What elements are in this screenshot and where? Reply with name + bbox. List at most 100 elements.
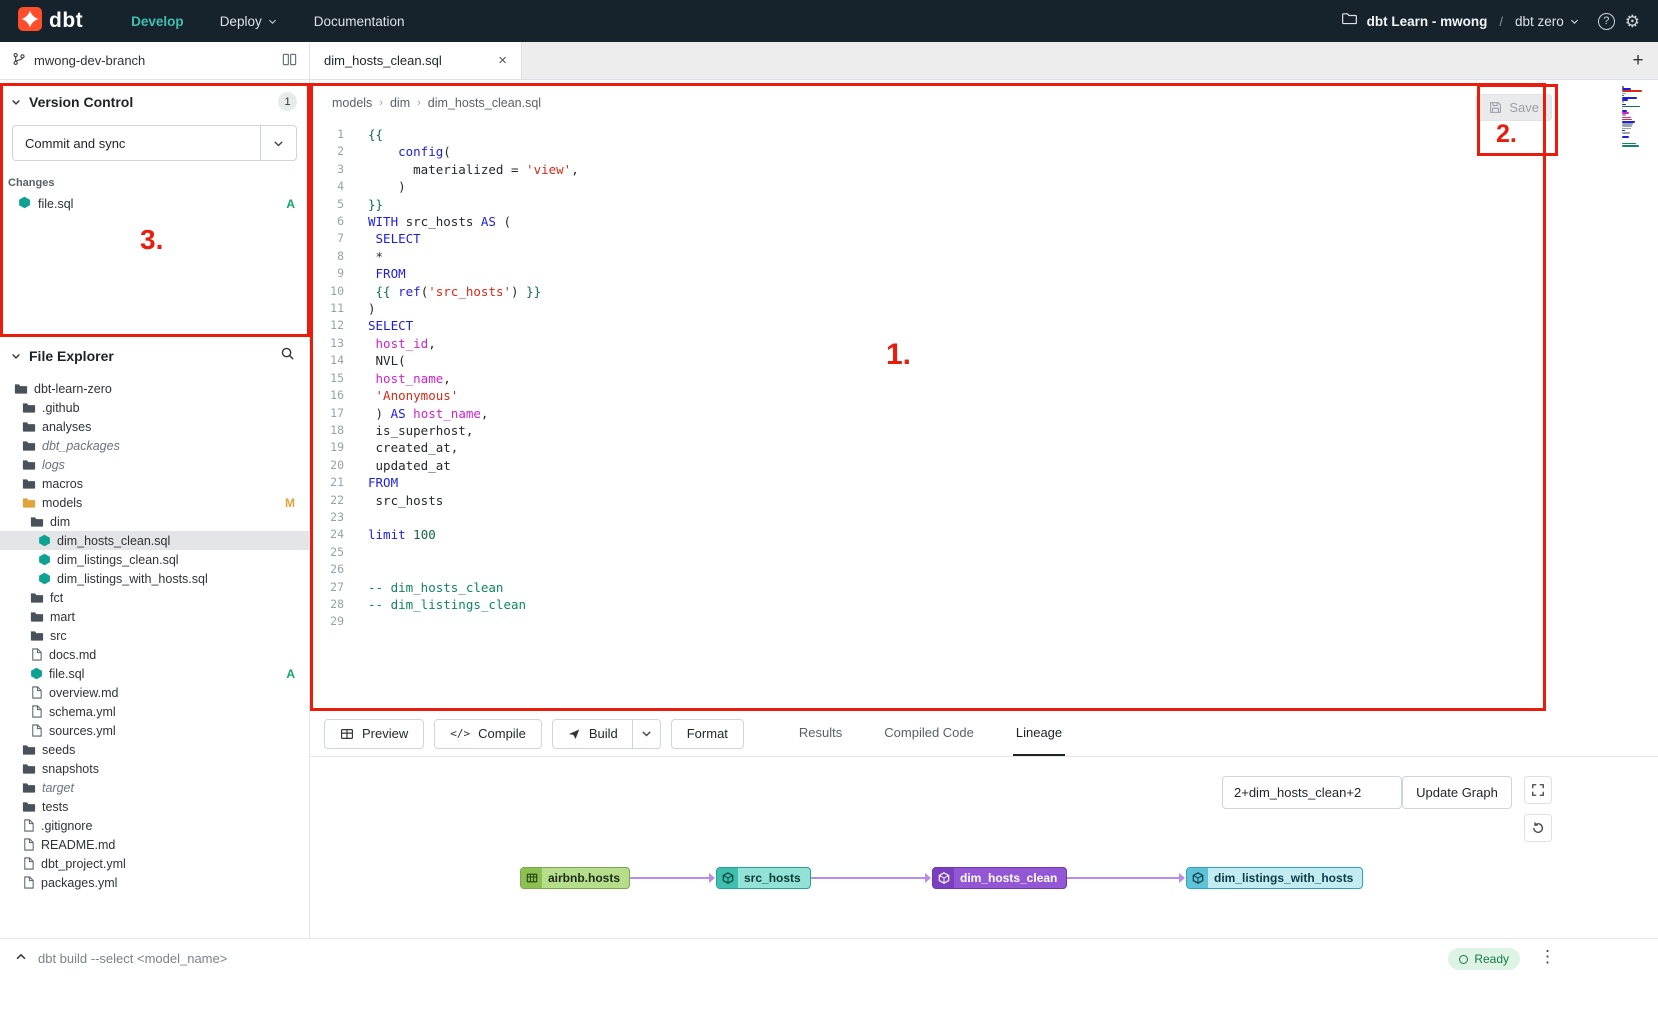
settings-gear-icon[interactable]: ⚙: [1625, 13, 1640, 30]
format-button[interactable]: Format: [671, 719, 744, 749]
version-control-title[interactable]: Version Control: [29, 94, 271, 110]
split-panel-icon[interactable]: [282, 52, 297, 70]
nav-item-deploy[interactable]: Deploy: [206, 0, 292, 42]
code-line[interactable]: 22 src_hosts: [310, 492, 1658, 509]
code-line[interactable]: 24limit 100: [310, 526, 1658, 543]
file-tree-item-schema.yml[interactable]: schema.yml: [0, 702, 309, 721]
file-tree-item-mart[interactable]: mart: [0, 607, 309, 626]
line-number: 16: [310, 387, 344, 404]
file-tree-item-docs.md[interactable]: docs.md: [0, 645, 309, 664]
preview-button[interactable]: Preview: [324, 719, 424, 749]
code-line[interactable]: 8 *: [310, 248, 1658, 265]
code-line[interactable]: 15 host_name,: [310, 370, 1658, 387]
code-line[interactable]: 28-- dim_listings_clean: [310, 596, 1658, 613]
project-selector[interactable]: dbt zero: [1515, 14, 1580, 29]
save-button[interactable]: Save: [1476, 94, 1552, 121]
code-line[interactable]: 27-- dim_hosts_clean: [310, 579, 1658, 596]
file-tree-item-.gitignore[interactable]: .gitignore: [0, 816, 309, 835]
code-line[interactable]: 5}}: [310, 196, 1658, 213]
compile-button[interactable]: </> Compile: [434, 719, 542, 749]
code-line[interactable]: 3 materialized = 'view',: [310, 161, 1658, 178]
nav-item-develop[interactable]: Develop: [117, 0, 198, 42]
code-line[interactable]: 23: [310, 509, 1658, 526]
code-line[interactable]: 9 FROM: [310, 265, 1658, 282]
lineage-node-airbnb.hosts[interactable]: airbnb.hosts: [520, 867, 630, 889]
lineage-node-dim_listings_with_hosts[interactable]: dim_listings_with_hosts: [1186, 867, 1363, 889]
code-line[interactable]: 19 created_at,: [310, 439, 1658, 456]
code-line[interactable]: 17 ) AS host_name,: [310, 405, 1658, 422]
code-line[interactable]: 10 {{ ref('src_hosts') }}: [310, 283, 1658, 300]
tab-close-icon[interactable]: ×: [498, 52, 507, 69]
file-tree-item-models[interactable]: modelsM: [0, 493, 309, 512]
file-tree-item-tests[interactable]: tests: [0, 797, 309, 816]
dbt-logo[interactable]: dbt: [18, 7, 83, 36]
file-tree-item-dim_listings_with_hosts.sql[interactable]: dim_listings_with_hosts.sql: [0, 569, 309, 588]
breadcrumb-item-dim_hosts_clean.sql[interactable]: dim_hosts_clean.sql: [428, 96, 541, 110]
minimap[interactable]: [1620, 84, 1644, 151]
lineage-node-dim_hosts_clean[interactable]: dim_hosts_clean: [932, 867, 1067, 889]
code-area[interactable]: 1{{2 config(3 materialized = 'view',4 )5…: [310, 126, 1658, 711]
account-name[interactable]: dbt Learn - mwong: [1367, 14, 1488, 29]
nav-item-label: Documentation: [314, 14, 405, 29]
code-line[interactable]: 20 updated_at: [310, 457, 1658, 474]
commit-options-chevron[interactable]: [260, 126, 296, 160]
build-button[interactable]: Build: [553, 720, 632, 748]
chevron-up-icon[interactable]: [14, 950, 28, 969]
code-line[interactable]: 2 config(: [310, 143, 1658, 160]
editor-tab-dim-hosts-clean[interactable]: dim_hosts_clean.sql ×: [310, 42, 522, 79]
file-tree-item-src[interactable]: src: [0, 626, 309, 645]
file-tree-item-sources.yml[interactable]: sources.yml: [0, 721, 309, 740]
new-tab-button[interactable]: +: [1618, 42, 1658, 79]
branch-name[interactable]: mwong-dev-branch: [34, 53, 145, 68]
build-options-chevron[interactable]: [632, 720, 660, 748]
file-tree-item-.github[interactable]: .github: [0, 398, 309, 417]
file-tree-item-overview.md[interactable]: overview.md: [0, 683, 309, 702]
lineage-node-src_hosts[interactable]: src_hosts: [716, 867, 811, 889]
kebab-menu-icon[interactable]: ⋮: [1539, 947, 1556, 967]
tab-results[interactable]: Results: [796, 711, 845, 756]
code-line[interactable]: 13 host_id,: [310, 335, 1658, 352]
code-line[interactable]: 7 SELECT: [310, 230, 1658, 247]
code-line[interactable]: 12SELECT: [310, 317, 1658, 334]
file-tree-item-dim_hosts_clean.sql[interactable]: dim_hosts_clean.sql: [0, 531, 309, 550]
breadcrumb-item-models[interactable]: models: [332, 96, 372, 110]
file-tree-item-dim[interactable]: dim: [0, 512, 309, 531]
lineage-node-label: dim_listings_with_hosts: [1208, 871, 1362, 885]
file-tree-item-logs[interactable]: logs: [0, 455, 309, 474]
file-tree-item-dbt_project.yml[interactable]: dbt_project.yml: [0, 854, 309, 873]
code-line[interactable]: 11): [310, 300, 1658, 317]
file-tree-item-target[interactable]: target: [0, 778, 309, 797]
file-tree-item-snapshots[interactable]: snapshots: [0, 759, 309, 778]
code-editor[interactable]: models›dim›dim_hosts_clean.sql Save 1{{2…: [310, 80, 1658, 711]
nav-item-documentation[interactable]: Documentation: [300, 0, 419, 42]
file-tree-item-packages.yml[interactable]: packages.yml: [0, 873, 309, 892]
help-icon[interactable]: ?: [1598, 13, 1615, 30]
tab-compiled-code[interactable]: Compiled Code: [881, 711, 977, 756]
change-item-file.sql[interactable]: file.sqlA: [0, 193, 309, 215]
code-line[interactable]: 16 'Anonymous': [310, 387, 1658, 404]
file-tree-item-analyses[interactable]: analyses: [0, 417, 309, 436]
file-tree-item-file.sql[interactable]: file.sqlA: [0, 664, 309, 683]
breadcrumb-item-dim[interactable]: dim: [390, 96, 410, 110]
code-line[interactable]: 21FROM: [310, 474, 1658, 491]
file-tree-item-macros[interactable]: macros: [0, 474, 309, 493]
file-tree-item-dim_listings_clean.sql[interactable]: dim_listings_clean.sql: [0, 550, 309, 569]
command-text[interactable]: dbt build --select <model_name>: [38, 951, 227, 966]
search-icon[interactable]: [280, 346, 295, 366]
code-line[interactable]: 1{{: [310, 126, 1658, 143]
code-line[interactable]: 25: [310, 544, 1658, 561]
code-line[interactable]: 18 is_superhost,: [310, 422, 1658, 439]
file-tree-item-fct[interactable]: fct: [0, 588, 309, 607]
code-line[interactable]: 6WITH src_hosts AS (: [310, 213, 1658, 230]
tab-lineage[interactable]: Lineage: [1013, 711, 1065, 756]
code-line[interactable]: 29: [310, 613, 1658, 630]
file-tree-item-dbt_packages[interactable]: dbt_packages: [0, 436, 309, 455]
file-tree-item-dbt-learn-zero[interactable]: dbt-learn-zero: [0, 379, 309, 398]
commit-and-sync-button[interactable]: Commit and sync: [12, 125, 297, 161]
code-line[interactable]: 4 ): [310, 178, 1658, 195]
code-line[interactable]: 26: [310, 561, 1658, 578]
file-tree-item-seeds[interactable]: seeds: [0, 740, 309, 759]
file-tree-item-README.md[interactable]: README.md: [0, 835, 309, 854]
code-line[interactable]: 14 NVL(: [310, 352, 1658, 369]
file-explorer-title[interactable]: File Explorer: [29, 348, 273, 364]
